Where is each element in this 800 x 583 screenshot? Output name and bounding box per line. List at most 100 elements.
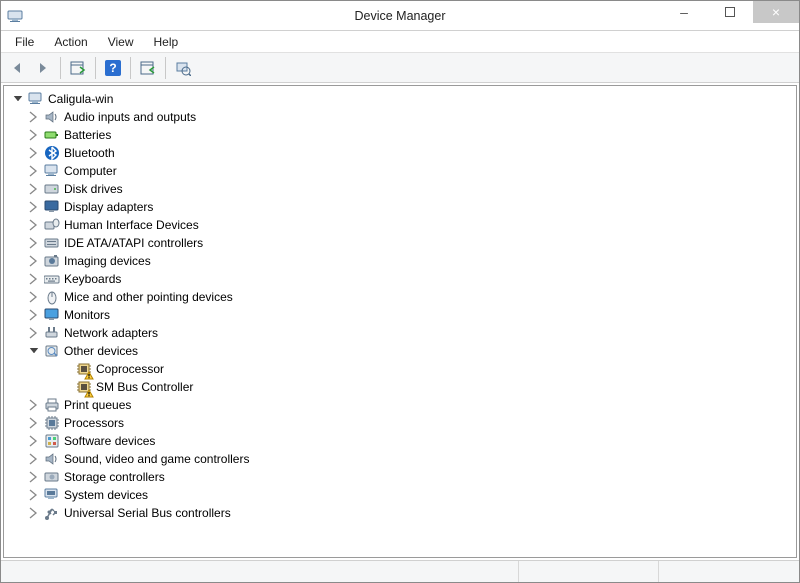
expander-icon[interactable] — [28, 399, 40, 411]
tree-node[interactable]: Other devices — [12, 342, 788, 360]
expander-icon[interactable] — [28, 417, 40, 429]
menubar: File Action View Help — [1, 31, 799, 53]
computer-icon — [28, 91, 44, 107]
tree-node-label: Human Interface Devices — [64, 218, 199, 232]
tree-node[interactable]: Imaging devices — [12, 252, 788, 270]
properties-button[interactable] — [136, 56, 160, 80]
help-button[interactable]: ? — [101, 56, 125, 80]
tree-node-label: Bluetooth — [64, 146, 115, 160]
expander-icon[interactable] — [28, 237, 40, 249]
expander-icon[interactable] — [28, 219, 40, 231]
tree-node[interactable]: Batteries — [12, 126, 788, 144]
tree-node[interactable]: Monitors — [12, 306, 788, 324]
tree-node[interactable]: Processors — [12, 414, 788, 432]
tree-node[interactable]: Coprocessor — [12, 360, 788, 378]
expander-icon[interactable] — [12, 93, 24, 105]
storage-icon — [44, 469, 60, 485]
tree-node-label: Display adapters — [64, 200, 153, 214]
tree-node[interactable]: System devices — [12, 486, 788, 504]
software-icon — [44, 433, 60, 449]
close-button[interactable]: × — [753, 1, 799, 23]
expander-icon[interactable] — [28, 201, 40, 213]
svg-text:?: ? — [109, 61, 116, 75]
tree-node[interactable]: IDE ATA/ATAPI controllers — [12, 234, 788, 252]
tree-node-label: Mice and other pointing devices — [64, 290, 233, 304]
battery-icon — [44, 127, 60, 143]
expander-icon[interactable] — [28, 471, 40, 483]
menu-view[interactable]: View — [98, 33, 144, 51]
tree-node[interactable]: Universal Serial Bus controllers — [12, 504, 788, 522]
tree-node-label: SM Bus Controller — [96, 380, 193, 394]
forward-button[interactable] — [31, 56, 55, 80]
tree-node-label: System devices — [64, 488, 148, 502]
expander-icon[interactable] — [28, 147, 40, 159]
tree-node[interactable]: Audio inputs and outputs — [12, 108, 788, 126]
window-controls: – × — [661, 1, 799, 23]
device-tree[interactable]: Caligula-win Audio inputs and outputs Ba… — [3, 85, 797, 558]
tree-node-label: IDE ATA/ATAPI controllers — [64, 236, 203, 250]
scan-hardware-button[interactable] — [171, 56, 195, 80]
expander-icon[interactable] — [28, 183, 40, 195]
expander-icon[interactable] — [28, 111, 40, 123]
expander-icon[interactable] — [28, 489, 40, 501]
maximize-button[interactable] — [707, 1, 753, 23]
status-cell — [1, 561, 519, 582]
menu-help[interactable]: Help — [144, 33, 189, 51]
tree-node-label: Storage controllers — [64, 470, 165, 484]
tree-node[interactable]: SM Bus Controller — [12, 378, 788, 396]
tree-root-node[interactable]: Caligula-win — [12, 90, 788, 108]
expander-icon[interactable] — [28, 129, 40, 141]
tree-node[interactable]: Human Interface Devices — [12, 216, 788, 234]
menu-action[interactable]: Action — [44, 33, 97, 51]
tree-node[interactable]: Print queues — [12, 396, 788, 414]
show-hide-tree-button[interactable] — [66, 56, 90, 80]
expander-icon[interactable] — [28, 345, 40, 357]
expander-icon[interactable] — [28, 309, 40, 321]
tree-node-label: Computer — [64, 164, 117, 178]
tree-node[interactable]: Storage controllers — [12, 468, 788, 486]
tree-node[interactable]: Bluetooth — [12, 144, 788, 162]
tree-node[interactable]: Software devices — [12, 432, 788, 450]
tree-node-label: Universal Serial Bus controllers — [64, 506, 231, 520]
back-button[interactable] — [5, 56, 29, 80]
hid-icon — [44, 217, 60, 233]
expander-icon[interactable] — [28, 273, 40, 285]
mouse-icon — [44, 289, 60, 305]
cpu-icon — [44, 415, 60, 431]
status-cell — [659, 561, 799, 582]
expander-placeholder — [60, 381, 72, 393]
tree-node[interactable]: Disk drives — [12, 180, 788, 198]
tree-node-label: Network adapters — [64, 326, 158, 340]
expander-icon[interactable] — [28, 255, 40, 267]
tree-node[interactable]: Display adapters — [12, 198, 788, 216]
chip-warn-icon — [76, 379, 92, 395]
printer-icon — [44, 397, 60, 413]
menu-file[interactable]: File — [5, 33, 44, 51]
toolbar-separator — [165, 57, 166, 79]
titlebar: Device Manager – × — [1, 1, 799, 31]
status-cell — [519, 561, 659, 582]
tree-node-label: Disk drives — [64, 182, 123, 196]
tree-node[interactable]: Network adapters — [12, 324, 788, 342]
expander-icon[interactable] — [28, 453, 40, 465]
expander-icon[interactable] — [28, 291, 40, 303]
usb-icon — [44, 505, 60, 521]
tree-node[interactable]: Computer — [12, 162, 788, 180]
ide-icon — [44, 235, 60, 251]
minimize-button[interactable]: – — [661, 1, 707, 23]
expander-icon[interactable] — [28, 507, 40, 519]
tree-node[interactable]: Sound, video and game controllers — [12, 450, 788, 468]
tree-node[interactable]: Keyboards — [12, 270, 788, 288]
tree-node-label: Print queues — [64, 398, 131, 412]
expander-icon[interactable] — [28, 327, 40, 339]
expander-icon[interactable] — [28, 165, 40, 177]
other-icon — [44, 343, 60, 359]
tree-node-label: Audio inputs and outputs — [64, 110, 196, 124]
display-icon — [44, 199, 60, 215]
monitor-icon — [44, 307, 60, 323]
disk-icon — [44, 181, 60, 197]
expander-icon[interactable] — [28, 435, 40, 447]
system-icon — [44, 487, 60, 503]
tree-node-label: Batteries — [64, 128, 111, 142]
tree-node[interactable]: Mice and other pointing devices — [12, 288, 788, 306]
